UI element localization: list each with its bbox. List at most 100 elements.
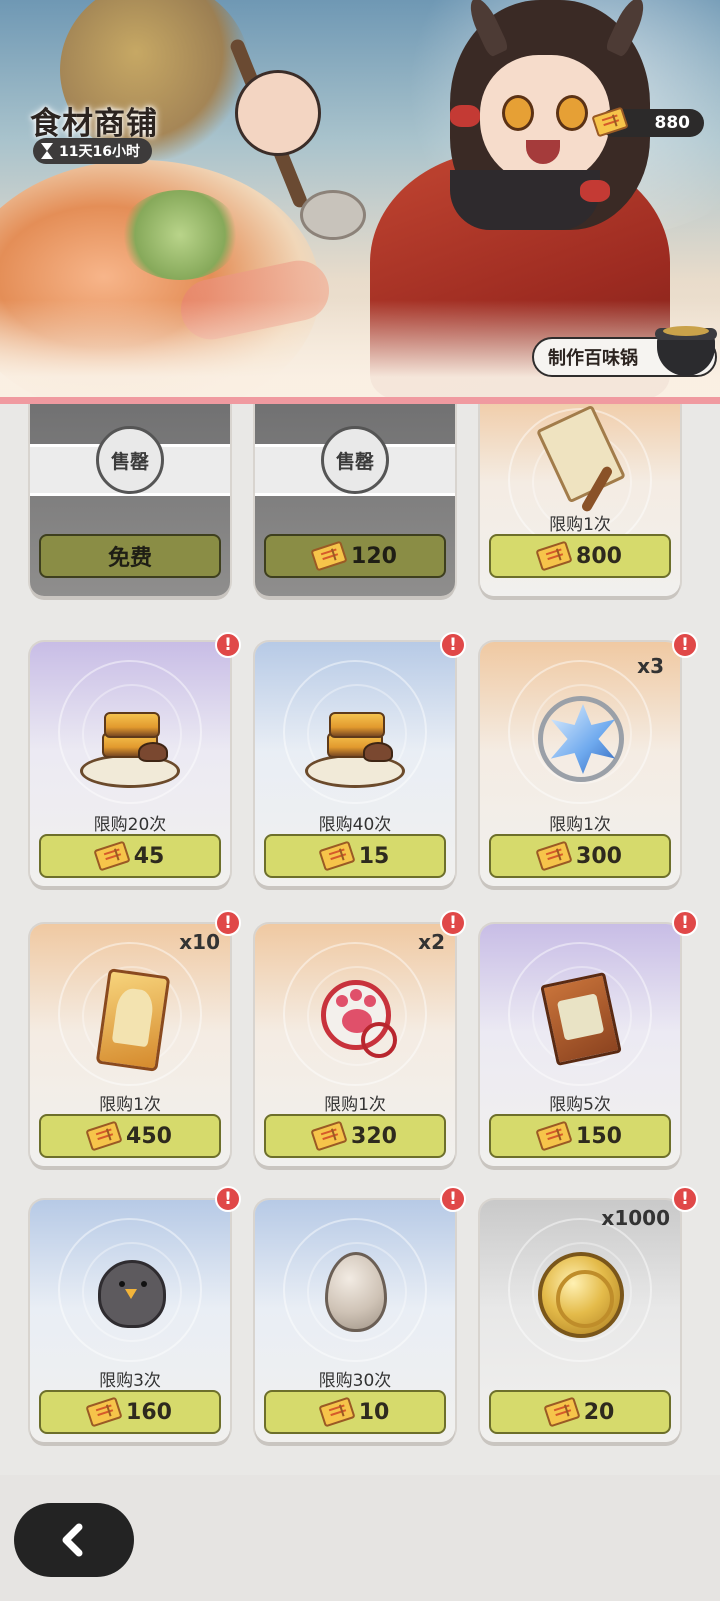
price-value: 免费 — [107, 546, 152, 571]
item-quantity: x10 — [179, 930, 220, 954]
alert-badge-icon: ! — [215, 910, 241, 936]
bottom-bar — [0, 1475, 720, 1601]
price-value: 15 — [358, 843, 390, 869]
egg-icon — [305, 1248, 405, 1358]
shop-item-card[interactable]: x2 限购1次 320 — [255, 924, 455, 1166]
price-button[interactable]: 320 — [264, 1114, 446, 1158]
hourglass-icon — [41, 143, 53, 159]
character-bow — [450, 105, 480, 127]
currency-amount: 880 — [654, 113, 691, 133]
ladle-bowl — [300, 190, 366, 240]
purchase-limit: 限购1次 — [324, 1095, 386, 1115]
back-button[interactable] — [14, 1503, 134, 1577]
ticket-icon — [535, 840, 573, 872]
character-eye — [502, 95, 534, 131]
currency-counter[interactable]: 880 — [591, 106, 704, 138]
alert-badge-icon: ! — [672, 910, 698, 936]
price-button[interactable]: 300 — [489, 834, 671, 878]
price-button[interactable]: 450 — [39, 1114, 221, 1158]
character-bow — [580, 180, 610, 202]
tofu-dish-icon — [305, 694, 405, 804]
ticket-icon — [85, 1120, 123, 1152]
price-button[interactable]: 20 — [489, 1390, 671, 1434]
character-collar — [450, 170, 600, 230]
shop-item-card[interactable]: 售罄 免费 — [30, 404, 230, 596]
bird-plush-icon — [80, 1248, 180, 1358]
craft-pot-label: 制作百味锅 — [548, 348, 638, 369]
price-value: 150 — [576, 1123, 622, 1149]
price-button[interactable]: 800 — [489, 534, 671, 578]
book-icon — [530, 972, 630, 1082]
shop-item-card[interactable]: 限购5次 150 — [480, 924, 680, 1166]
gold-coin-icon — [530, 1252, 630, 1362]
shop-banner: 食材商铺 11天16小时 880 制作百味锅 — [0, 0, 720, 402]
item-quantity: x1000 — [601, 1206, 670, 1230]
item-quantity: x3 — [637, 654, 664, 678]
price-value: 300 — [576, 843, 622, 869]
shop-item-card[interactable]: x3 限购1次 300 — [480, 642, 680, 886]
paw-charm-icon — [305, 972, 405, 1082]
purchase-limit: 限购1次 — [549, 515, 611, 535]
shop-item-card[interactable]: 限购1次 800 — [480, 404, 680, 596]
banner-divider — [0, 397, 720, 404]
ticket-icon — [85, 1396, 123, 1428]
character-face — [480, 55, 610, 185]
price-button[interactable]: 15 — [264, 834, 446, 878]
purchase-limit: 限购5次 — [549, 1095, 611, 1115]
price-value: 120 — [351, 543, 397, 569]
alert-badge-icon: ! — [440, 910, 466, 936]
alert-badge-icon: ! — [215, 632, 241, 658]
banner-vegetables — [120, 190, 240, 280]
price-value: 800 — [576, 543, 622, 569]
price-value: 450 — [126, 1123, 172, 1149]
scroll-recipe-icon — [530, 404, 630, 524]
ticket-icon — [318, 840, 356, 872]
ticket-icon — [93, 840, 131, 872]
alert-badge-icon: ! — [672, 1186, 698, 1212]
price-button[interactable]: 160 — [39, 1390, 221, 1434]
shop-item-card[interactable]: 售罄 120 — [255, 404, 455, 596]
timer-text: 11天16小时 — [59, 144, 140, 160]
purchase-limit: 限购1次 — [549, 815, 611, 835]
sold-out-badge: 售罄 — [321, 426, 389, 494]
ticket-icon — [310, 540, 348, 572]
price-button[interactable]: 10 — [264, 1390, 446, 1434]
crystal-icon — [530, 694, 630, 804]
price-button[interactable]: 免费 — [39, 534, 221, 578]
alert-badge-icon: ! — [440, 632, 466, 658]
shop-item-card[interactable]: x10 限购1次 450 — [30, 924, 230, 1166]
alert-badge-icon: ! — [440, 1186, 466, 1212]
price-value: 20 — [583, 1399, 615, 1425]
price-button[interactable]: 120 — [264, 534, 446, 578]
character-hand — [235, 70, 321, 156]
chevron-left-icon — [62, 1523, 83, 1557]
price-button[interactable]: 150 — [489, 1114, 671, 1158]
timer-badge: 11天16小时 — [33, 138, 152, 164]
shop-item-card[interactable]: 限购3次 160 — [30, 1200, 230, 1442]
ticket-icon — [535, 540, 573, 572]
shop-item-card[interactable]: 限购20次 45 — [30, 642, 230, 886]
shop-item-grid: 售罄 免费 售罄 120 限购1次 800 限购20次 45 ! 限购40次 1… — [0, 404, 720, 1475]
purchase-limit: 限购30次 — [318, 1371, 392, 1391]
price-value: 45 — [133, 843, 165, 869]
character-card-icon — [80, 968, 180, 1082]
price-value: 10 — [358, 1399, 390, 1425]
purchase-limit: 限购1次 — [99, 1095, 161, 1115]
ticket-icon — [535, 1120, 573, 1152]
price-button[interactable]: 45 — [39, 834, 221, 878]
shop-item-card[interactable]: 限购30次 10 — [255, 1200, 455, 1442]
purchase-limit: 限购3次 — [99, 1371, 161, 1391]
purchase-limit: 限购40次 — [318, 815, 392, 835]
price-value: 160 — [126, 1399, 172, 1425]
purchase-limit: 限购20次 — [93, 815, 167, 835]
ticket-icon — [310, 1120, 348, 1152]
ticket-icon — [318, 1396, 356, 1428]
shop-item-card[interactable]: 限购40次 15 — [255, 642, 455, 886]
shop-item-card[interactable]: x1000 20 — [480, 1200, 680, 1442]
pot-icon[interactable] — [655, 318, 717, 376]
ticket-icon — [543, 1396, 581, 1428]
page-title: 食材商铺 — [30, 106, 158, 142]
tofu-dish-icon — [80, 694, 180, 804]
sold-out-badge: 售罄 — [96, 426, 164, 494]
price-value: 320 — [351, 1123, 397, 1149]
